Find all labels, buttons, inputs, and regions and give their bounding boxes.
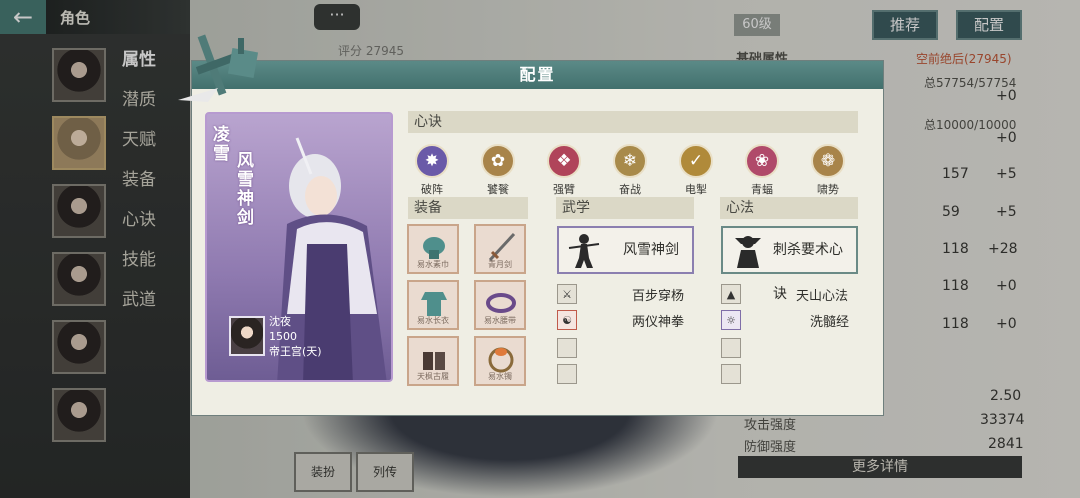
- xinjue-item[interactable]: ❀ 青蝠: [737, 144, 787, 197]
- beast-icon: ✿: [481, 144, 515, 178]
- xinjue-label: 破阵: [421, 183, 443, 196]
- xinjue-item[interactable]: ❁ 啸势: [803, 144, 853, 197]
- companion-power: 1500: [269, 330, 297, 343]
- belt-icon: [486, 293, 516, 313]
- mountain-icon: ▲: [726, 287, 736, 301]
- wuxue-sub-name: 百步穿杨: [632, 289, 685, 304]
- xinfa-section-header: 心法: [720, 197, 858, 219]
- equip-slot-weapon[interactable]: 青月剑: [474, 224, 526, 274]
- equip-slot-head[interactable]: 易水素巾: [407, 224, 459, 274]
- character-card[interactable]: 凌雪 风雪神剑 沈夜 1500 帝王宫(天): [205, 112, 393, 382]
- shoes-icon: [423, 352, 445, 370]
- xinfa-main-name: 刺杀要术心诀: [773, 242, 843, 302]
- bracelet-icon: [488, 347, 514, 373]
- xinjue-item[interactable]: ❖ 强臂: [539, 144, 589, 197]
- assassin-icon: [735, 236, 761, 268]
- xinjue-item[interactable]: ✸ 破阵: [407, 144, 457, 197]
- robe-icon: [421, 292, 447, 316]
- wuxue-sub-name: 两仪神拳: [632, 315, 685, 330]
- headwear-icon: [423, 237, 445, 259]
- xinjue-label: 啸势: [817, 183, 839, 196]
- equip-label: 易水长衣: [417, 316, 449, 325]
- wuxue-section-header: 武学: [556, 197, 694, 219]
- monk-icon: ☼: [726, 313, 736, 327]
- wuxue-empty-slot[interactable]: [557, 364, 577, 384]
- xinfa-sub-name: 洗髓经: [810, 315, 850, 330]
- xinjue-item[interactable]: ✓ 电掣: [671, 144, 721, 197]
- equip-slot-belt[interactable]: 易水腰带: [474, 280, 526, 330]
- sword-icon: [488, 232, 516, 262]
- xinfa-empty-slot[interactable]: [721, 338, 741, 358]
- equip-slot-body[interactable]: 易水长衣: [407, 280, 459, 330]
- xinjue-label: 奋战: [619, 183, 641, 196]
- xinfa-sub-slot[interactable]: ▲: [721, 284, 741, 304]
- equipment-section-header: 装备: [408, 197, 528, 219]
- wuxue-main-slot[interactable]: 风雪神剑: [557, 226, 694, 274]
- wuxue-empty-slot[interactable]: [557, 338, 577, 358]
- character-title: 风雪神剑: [237, 151, 254, 228]
- xinjue-label: 饕餮: [487, 183, 509, 196]
- companion-avatar: [229, 316, 265, 356]
- equip-label: 易水素巾: [417, 260, 449, 269]
- flame-icon: ❄: [613, 144, 647, 178]
- swordsman-icon: [568, 234, 600, 268]
- wuxue-sub-slot[interactable]: ⚔: [557, 284, 577, 304]
- bat-icon: ❀: [745, 144, 779, 178]
- xinjue-label: 强臂: [553, 183, 575, 196]
- xinfa-main-slot[interactable]: 刺杀要术心诀: [721, 226, 858, 302]
- companion-info: 沈夜 1500 帝王宫(天): [269, 314, 322, 359]
- companion-name: 沈夜: [269, 315, 291, 328]
- vortex-icon: ✸: [415, 144, 449, 178]
- equip-label: 天枫古履: [417, 372, 449, 381]
- xinjue-label: 电掣: [685, 183, 707, 196]
- xinjue-label: 青蝠: [751, 183, 773, 196]
- companion-sect: 帝王宫(天): [269, 345, 322, 358]
- equip-label: 易水镯: [488, 372, 512, 381]
- wuxue-sub-slot[interactable]: ☯: [557, 310, 577, 330]
- xinjue-section-header: 心诀: [408, 111, 858, 133]
- xinjue-item[interactable]: ❄ 奋战: [605, 144, 655, 197]
- character-name: 凌雪: [213, 125, 230, 164]
- roar-icon: ❁: [811, 144, 845, 178]
- equip-slot-shoes[interactable]: 天枫古履: [407, 336, 459, 386]
- equip-label: 易水腰带: [484, 316, 516, 325]
- lightning-icon: ✓: [679, 144, 713, 178]
- sword-ornament-icon: [178, 34, 259, 102]
- xinjue-item[interactable]: ✿ 饕餮: [473, 144, 523, 197]
- xinfa-empty-slot[interactable]: [721, 364, 741, 384]
- modal-title: 配置: [192, 61, 883, 89]
- xinfa-sub-name: 天山心法: [796, 289, 849, 304]
- equip-label: 青月剑: [488, 260, 512, 269]
- fist-icon: ❖: [547, 144, 581, 178]
- fighter-icon: ☯: [562, 313, 572, 327]
- equip-slot-bracelet[interactable]: 易水镯: [474, 336, 526, 386]
- xinfa-sub-slot[interactable]: ☼: [721, 310, 741, 330]
- archer-icon: ⚔: [562, 287, 572, 301]
- wuxue-main-name: 风雪神剑: [623, 242, 679, 258]
